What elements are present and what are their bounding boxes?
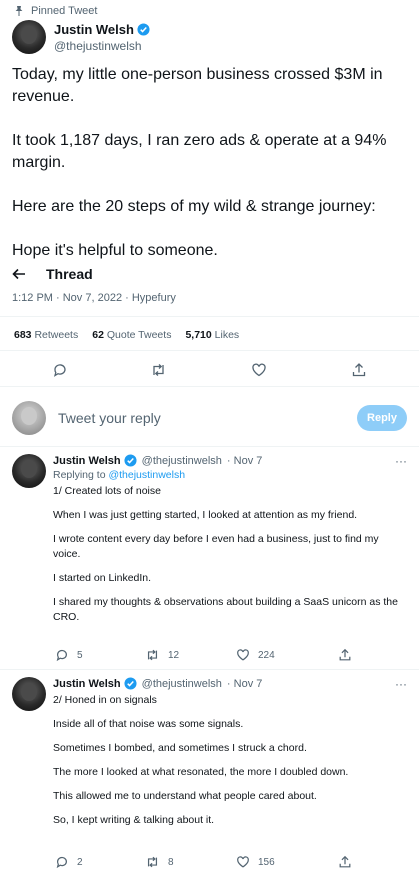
reply-count: 5 xyxy=(77,649,83,661)
reply-action[interactable] xyxy=(52,362,68,378)
share-action[interactable] xyxy=(351,362,367,378)
reply-text-line: 2/ Honed in on signals xyxy=(53,694,157,706)
main-tweet-paragraph: Here are the 20 steps of my wild & stran… xyxy=(12,198,376,215)
retweet-action[interactable]: 12 xyxy=(145,648,179,662)
like-action[interactable] xyxy=(251,362,267,378)
divider xyxy=(0,386,419,387)
reply-author-name[interactable]: Justin Welsh xyxy=(53,678,121,690)
avatar[interactable] xyxy=(12,677,46,711)
reply-author-handle[interactable]: @thejustinwelsh xyxy=(142,455,222,467)
main-tweet-paragraph: Today, my little one-person business cro… xyxy=(12,66,383,105)
avatar xyxy=(12,401,46,435)
like-count: 156 xyxy=(258,856,275,868)
divider xyxy=(0,316,419,317)
reply-input[interactable]: Tweet your reply xyxy=(58,410,161,426)
reply-count: 2 xyxy=(77,856,83,868)
avatar[interactable] xyxy=(12,20,46,54)
retweet-count: 12 xyxy=(168,649,180,661)
main-tweet-paragraph: It took 1,187 days, I ran zero ads & ope… xyxy=(12,132,387,171)
retweet-action[interactable]: 8 xyxy=(145,855,174,869)
pinned-label: Pinned Tweet xyxy=(13,5,97,17)
quote-tweets-stat[interactable]: 62 Quote Tweets xyxy=(92,329,171,341)
avatar[interactable] xyxy=(12,454,46,488)
verified-icon xyxy=(137,22,150,36)
reply-action[interactable]: 2 xyxy=(55,855,83,869)
reply-text-line: Inside all of that noise was some signal… xyxy=(53,718,244,730)
share-icon[interactable] xyxy=(351,362,367,378)
like-action[interactable]: 224 xyxy=(236,648,275,662)
replying-to-link[interactable]: @thejustinwelsh xyxy=(108,469,185,481)
reply-date[interactable]: · Nov 7 xyxy=(227,455,262,467)
thread-label: Thread xyxy=(46,266,93,282)
main-tweet-paragraph: Hope it's helpful to someone. xyxy=(12,242,218,259)
like-icon[interactable] xyxy=(251,362,267,378)
more-icon[interactable]: ··· xyxy=(395,454,407,468)
reply-text-line: 1/ Created lots of noise xyxy=(53,485,161,497)
verified-icon xyxy=(124,454,137,467)
like-action[interactable]: 156 xyxy=(236,855,275,869)
reply-text-line: The more I looked at what resonated, the… xyxy=(53,766,349,778)
share-action[interactable] xyxy=(338,855,352,869)
reply-icon[interactable] xyxy=(52,362,68,378)
divider xyxy=(0,350,419,351)
tweet-meta[interactable]: 1:12 PM · Nov 7, 2022 · Hypefury xyxy=(12,292,176,304)
reply-tweet[interactable]: Justin Welsh @thejustinwelsh · Nov 7 Rep… xyxy=(12,454,407,664)
reply-date[interactable]: · Nov 7 xyxy=(227,678,262,690)
divider xyxy=(0,669,419,670)
reply-button[interactable]: Reply xyxy=(357,405,407,431)
reply-text-line: This allowed me to understand what peopl… xyxy=(53,790,317,802)
divider xyxy=(0,446,419,447)
retweet-icon[interactable] xyxy=(150,362,167,378)
retweet-icon[interactable] xyxy=(145,648,160,662)
pinned-text: Pinned Tweet xyxy=(31,5,98,17)
retweet-action[interactable] xyxy=(150,362,167,378)
like-icon[interactable] xyxy=(236,855,250,869)
share-icon[interactable] xyxy=(338,648,352,662)
reply-composer: Tweet your reply Reply xyxy=(12,398,407,438)
main-tweet-text: Today, my little one-person business cro… xyxy=(12,64,407,273)
like-count: 224 xyxy=(258,649,275,661)
retweets-stat[interactable]: 683 Retweets xyxy=(14,329,78,341)
back-arrow-icon[interactable] xyxy=(12,268,26,280)
author-handle[interactable]: @thejustinwelsh xyxy=(54,39,150,53)
reply-author-name[interactable]: Justin Welsh xyxy=(53,455,121,467)
reply-author-handle[interactable]: @thejustinwelsh xyxy=(142,678,222,690)
replying-to: Replying to @thejustinwelsh xyxy=(53,469,186,481)
reply-text-line: I started on LinkedIn. xyxy=(53,572,152,584)
reply-text-line: I wrote content every day before I even … xyxy=(53,533,379,560)
reply-text-line: Sometimes I bombed, and sometimes I stru… xyxy=(53,742,307,754)
reply-icon[interactable] xyxy=(55,855,69,869)
like-icon[interactable] xyxy=(236,648,250,662)
likes-stat[interactable]: 5,710 Likes xyxy=(185,329,239,341)
main-tweet-header: Justin Welsh @thejustinwelsh xyxy=(12,20,150,54)
reply-text-line: When I was just getting started, I looke… xyxy=(53,509,358,521)
reply-tweet[interactable]: Justin Welsh @thejustinwelsh · Nov 7 2/ … xyxy=(12,677,407,857)
thread-header[interactable]: Thread xyxy=(12,266,93,282)
reply-action[interactable]: 5 xyxy=(55,648,83,662)
reply-icon[interactable] xyxy=(55,648,69,662)
author-name[interactable]: Justin Welsh xyxy=(54,22,134,37)
reply-text-line: So, I kept writing & talking about it. xyxy=(53,814,215,826)
more-icon[interactable]: ··· xyxy=(395,677,407,691)
tweet-stats: 683 Retweets 62 Quote Tweets 5,710 Likes xyxy=(14,329,239,341)
pin-icon xyxy=(15,6,23,16)
retweet-icon[interactable] xyxy=(145,855,160,869)
verified-icon xyxy=(124,677,137,690)
share-action[interactable] xyxy=(338,648,352,662)
reply-text-line: I shared my thoughts & observations abou… xyxy=(53,596,398,623)
retweet-count: 8 xyxy=(168,856,174,868)
share-icon[interactable] xyxy=(338,855,352,869)
